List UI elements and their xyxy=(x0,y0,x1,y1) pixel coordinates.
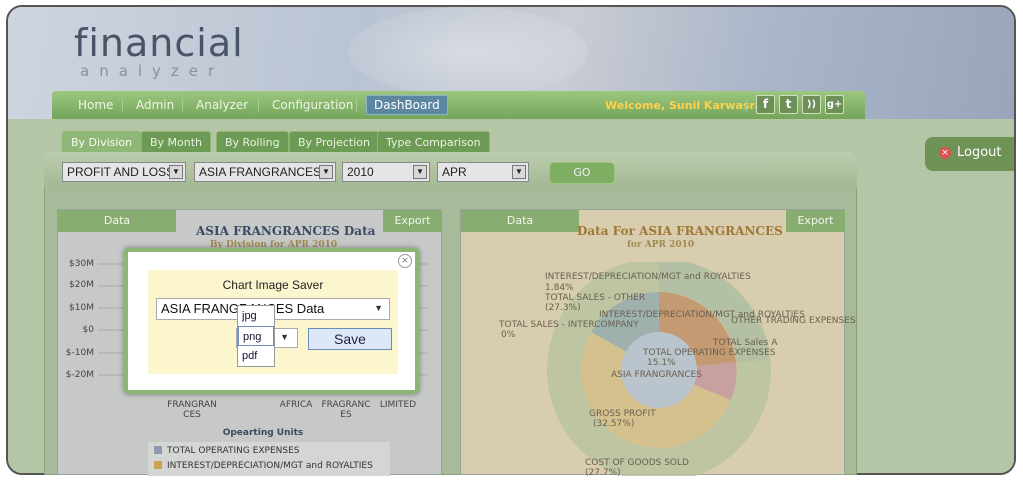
chevron-down-icon: ▼ xyxy=(512,165,526,179)
logout-icon: × xyxy=(939,147,951,159)
nav-analyzer[interactable]: Analyzer xyxy=(192,95,252,115)
google-plus-icon[interactable]: g+ xyxy=(825,95,844,114)
format-option-pdf[interactable]: pdf xyxy=(238,346,274,366)
pie-label: 0% xyxy=(501,330,516,340)
chevron-down-icon: ▼ xyxy=(319,165,333,179)
logo-text: financial xyxy=(74,21,244,65)
legend-item: INTEREST/DEPRECIATION/MGT and ROYALTIES xyxy=(154,461,373,471)
pie-label: TOTAL Sales A xyxy=(713,338,778,348)
x-tick-label: AFRICA xyxy=(279,400,313,410)
tumblr-icon[interactable]: t xyxy=(779,95,798,114)
welcome-text: Welcome, Sunil Karwasra xyxy=(605,99,763,112)
logo-subtext: analyzer xyxy=(80,62,225,80)
x-axis-title: Opearting Units xyxy=(222,428,304,438)
dialog-title: Chart Image Saver xyxy=(222,278,324,292)
tab-by-rolling[interactable]: By Rolling xyxy=(216,131,289,153)
pie-label: 1.84% xyxy=(545,283,574,293)
tab-by-division[interactable]: By Division xyxy=(62,131,142,153)
x-tick-label: LIMITED xyxy=(379,400,417,410)
left-chart-title: ASIA FRANGRANCES Data xyxy=(196,224,376,238)
pie-label: COST OF GOODS SOLD xyxy=(585,458,689,468)
nav-home[interactable]: Home xyxy=(74,95,117,115)
x-tick-label: FRAGRANC ES xyxy=(321,400,371,420)
division-select[interactable]: ASIA FRANGRANCES ▼ xyxy=(194,162,336,182)
save-button[interactable]: Save xyxy=(308,328,392,350)
legend-swatch xyxy=(154,446,162,454)
nav-dashboard[interactable]: DashBoard xyxy=(366,95,448,115)
pie-label: 15.1% xyxy=(647,358,676,368)
pie-label: INTEREST/DEPRECIATION/MGT and ROYALTIES xyxy=(545,272,751,282)
pie-label: TOTAL OPERATING EXPENSES xyxy=(643,348,776,358)
format-option-png[interactable]: png xyxy=(238,326,274,346)
main-nav: Home Admin Analyzer Configuration DashBo… xyxy=(52,91,865,119)
rss-icon[interactable]: )) xyxy=(802,95,821,114)
report-select[interactable]: PROFIT AND LOSS ▼ xyxy=(62,162,186,182)
logout-button[interactable]: × Logout xyxy=(925,137,1014,171)
right-chart-title: Data For ASIA FRANGRANCES xyxy=(577,224,783,238)
legend-item: TOTAL OPERATING EXPENSES xyxy=(154,446,300,456)
pie-label: ASIA FRANGRANCES xyxy=(611,370,702,380)
y-tick-label: $20M xyxy=(69,280,94,290)
tab-by-month[interactable]: By Month xyxy=(141,131,212,153)
y-tick-label: $10M xyxy=(69,303,94,313)
nav-separator xyxy=(182,98,183,112)
pie-label: TOTAL SALES - INTERCOMPANY xyxy=(499,320,639,330)
logo: financial analyzer xyxy=(74,23,244,79)
right-chart-box: Data Export Data For ASIA FRANGRANCES fo… xyxy=(460,209,856,478)
tab-by-projection[interactable]: By Projection xyxy=(289,131,379,153)
y-tick-label: $-20M xyxy=(65,370,94,380)
y-tick-label: $0 xyxy=(82,325,94,335)
right-data-tab[interactable]: Data xyxy=(461,210,579,232)
legend-label: TOTAL OPERATING EXPENSES xyxy=(167,446,300,456)
chevron-down-icon: ▼ xyxy=(280,332,289,342)
header-decoration xyxy=(348,7,588,97)
nav-separator xyxy=(746,98,747,112)
left-data-tab[interactable]: Data xyxy=(58,210,176,232)
go-button[interactable]: GO xyxy=(549,162,615,184)
header: financial analyzer Home Admin Analyzer C… xyxy=(8,7,1014,119)
right-export-tab[interactable]: Export xyxy=(786,210,845,232)
x-tick-label: FRANGRAN CES xyxy=(167,400,217,420)
legend-label: INTEREST/DEPRECIATION/MGT and ROYALTIES xyxy=(167,461,373,471)
right-chart-subtitle: for APR 2010 xyxy=(627,240,695,250)
close-icon[interactable]: × xyxy=(398,254,412,268)
pie-label: (32.57%) xyxy=(593,419,635,429)
division-select-value: ASIA FRANGRANCES xyxy=(199,165,322,179)
chevron-down-icon: ▼ xyxy=(413,165,427,179)
y-tick-label: $-10M xyxy=(65,348,94,358)
tab-type-comparison[interactable]: Type Comparison xyxy=(377,131,490,153)
chevron-down-icon: ▼ xyxy=(169,165,183,179)
pie-label: (27.3%) xyxy=(545,303,581,313)
facebook-icon[interactable]: f xyxy=(756,95,775,114)
y-tick-label: $30M xyxy=(69,259,94,269)
pie-label: (27.7%) xyxy=(585,468,621,478)
year-select-value: 2010 xyxy=(347,165,374,179)
pie-label: OTHER TRADING EXPENSES xyxy=(731,316,856,326)
nav-separator xyxy=(258,98,259,112)
month-select-value: APR xyxy=(442,165,467,179)
nav-admin[interactable]: Admin xyxy=(132,95,178,115)
legend-swatch xyxy=(154,461,162,469)
month-select[interactable]: APR ▼ xyxy=(437,162,529,182)
nav-configuration[interactable]: Configuration xyxy=(268,95,357,115)
logout-label: Logout xyxy=(957,145,1002,160)
nav-separator xyxy=(122,98,123,112)
pie-label: TOTAL SALES - OTHER xyxy=(545,293,646,303)
year-select[interactable]: 2010 ▼ xyxy=(342,162,430,182)
format-option-jpg[interactable]: jpg xyxy=(238,306,274,326)
nav-separator xyxy=(356,98,357,112)
report-select-value: PROFIT AND LOSS xyxy=(67,165,175,179)
chevron-down-icon: ▼ xyxy=(374,303,383,313)
left-export-tab[interactable]: Export xyxy=(383,210,442,232)
format-dropdown-list: jpg png pdf xyxy=(237,305,275,367)
pie-label: GROSS PROFIT xyxy=(589,409,656,419)
